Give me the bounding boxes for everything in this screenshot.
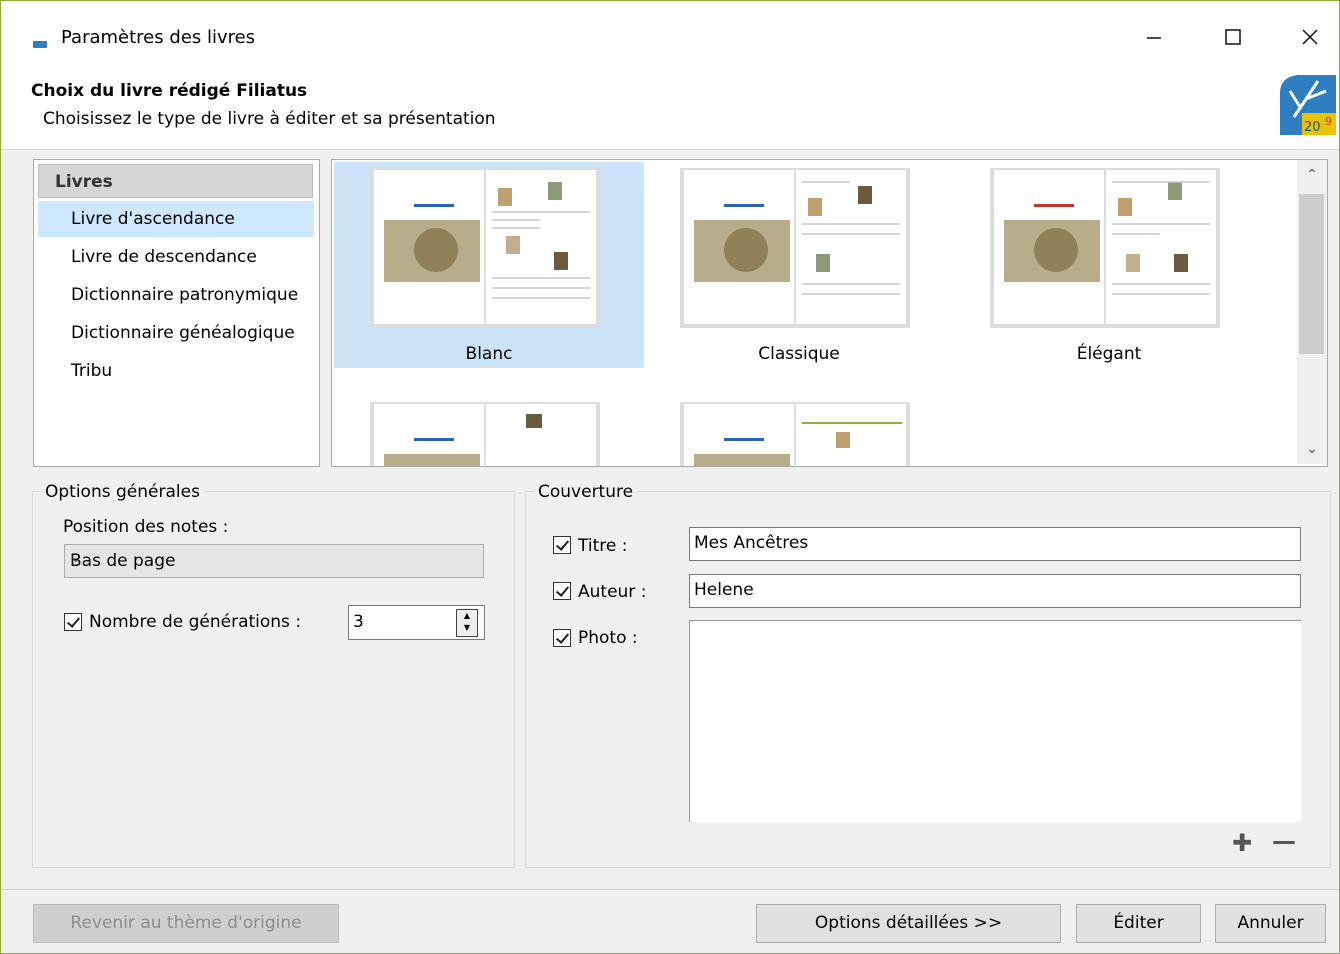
titre-label: Titre :	[578, 536, 628, 556]
book-item-ascendance[interactable]: Livre d'ascendance	[38, 201, 314, 237]
title-area: Paramètres des livres Choix du livre réd…	[1, 1, 1339, 150]
svg-text:9: 9	[1325, 115, 1332, 128]
theme-label-blanc: Blanc	[465, 344, 513, 364]
auteur-label: Auteur :	[578, 582, 647, 602]
stepper-arrows-icon[interactable]: ▲ ▼	[456, 609, 478, 637]
photo-checkbox[interactable]	[553, 629, 571, 647]
auteur-checkbox[interactable]	[553, 582, 571, 600]
book-item-tribu[interactable]: Tribu	[38, 353, 314, 389]
theme-blanc[interactable]: Blanc	[334, 162, 644, 368]
chevron-down-icon: ⌄	[70, 550, 82, 566]
header-title: Choix du livre rédigé Filiatus	[31, 81, 308, 101]
position-notes-label: Position des notes :	[63, 517, 229, 537]
nombre-generations-checkbox[interactable]	[64, 613, 82, 631]
maximize-icon	[1225, 29, 1241, 45]
scroll-down-icon[interactable]: ⌄	[1297, 434, 1327, 464]
remove-photo-icon[interactable]: —	[1272, 827, 1296, 855]
scroll-thumb[interactable]	[1299, 194, 1324, 354]
theme-label-elegant: Élégant	[1076, 344, 1142, 364]
titre-checkbox[interactable]	[553, 536, 571, 554]
titre-input[interactable]: Mes Ancêtres	[689, 527, 1301, 561]
window-title: Paramètres des livres	[61, 27, 256, 48]
books-list-header: Livres	[38, 164, 313, 198]
edit-button[interactable]: Éditer	[1076, 904, 1201, 943]
close-icon	[1302, 29, 1318, 45]
auteur-value: Helene	[694, 580, 754, 600]
theme-thumbnail	[680, 168, 910, 328]
theme-label-classique: Classique	[758, 344, 840, 364]
minimize-icon	[1147, 37, 1161, 39]
theme-gallery: Blanc Classique Élégant ⌃ ⌄	[331, 159, 1328, 467]
options-generales-legend: Options générales	[41, 482, 204, 502]
book-item-descendance[interactable]: Livre de descendance	[38, 239, 314, 275]
theme-thumbnail	[370, 168, 600, 328]
theme-item-5[interactable]	[644, 396, 954, 466]
add-photo-icon[interactable]: ✚	[1232, 829, 1252, 857]
filiatus-logo: 20 9	[1280, 75, 1336, 135]
nombre-generations-value: 3	[353, 612, 364, 632]
logo-text: 20	[1304, 120, 1321, 135]
book-item-dictionnaire-patronymique[interactable]: Dictionnaire patronymique	[38, 277, 314, 313]
theme-scrollbar[interactable]: ⌃ ⌄	[1297, 160, 1327, 464]
cancel-button[interactable]: Annuler	[1215, 904, 1326, 943]
nombre-generations-label: Nombre de générations :	[89, 612, 302, 632]
revert-theme-button[interactable]: Revenir au thème d'origine	[33, 904, 339, 943]
footer-divider	[1, 889, 1339, 890]
book-item-dictionnaire-genealogique[interactable]: Dictionnaire généalogique	[38, 315, 314, 351]
theme-thumbnail	[370, 402, 600, 466]
theme-elegant[interactable]: Élégant	[954, 162, 1264, 368]
close-button[interactable]	[1287, 19, 1333, 55]
detailed-options-button[interactable]: Options détaillées >>	[756, 904, 1061, 943]
minimize-button[interactable]	[1131, 19, 1177, 55]
books-list: Livres Livre d'ascendance Livre de desce…	[33, 159, 320, 467]
theme-thumbnail	[990, 168, 1220, 328]
maximize-button[interactable]	[1210, 19, 1256, 55]
photo-label: Photo :	[578, 628, 638, 648]
theme-item-4[interactable]	[334, 396, 644, 466]
couverture-legend: Couverture	[534, 482, 638, 502]
photo-area[interactable]	[689, 620, 1301, 822]
theme-classique[interactable]: Classique	[644, 162, 954, 368]
header-subtitle: Choisissez le type de livre à éditer et …	[43, 109, 496, 129]
scroll-up-icon[interactable]: ⌃	[1297, 160, 1327, 190]
titre-value: Mes Ancêtres	[694, 533, 809, 553]
position-notes-select[interactable]: Bas de page ⌄	[64, 544, 484, 578]
auteur-input[interactable]: Helene	[689, 574, 1301, 608]
nombre-generations-stepper[interactable]: 3 ▲ ▼	[348, 605, 485, 640]
app-icon	[33, 41, 47, 48]
theme-thumbnail	[680, 402, 910, 466]
dialog-window: Paramètres des livres Choix du livre réd…	[0, 0, 1340, 954]
